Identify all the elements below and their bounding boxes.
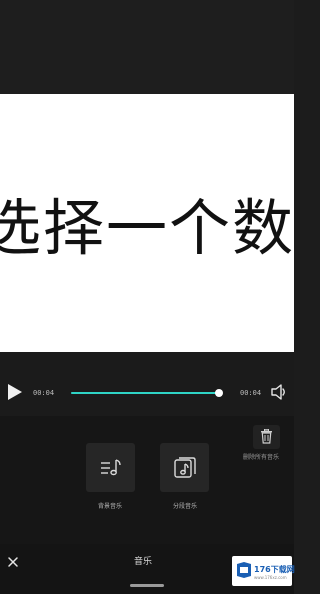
play-icon bbox=[8, 384, 22, 400]
volume-button[interactable] bbox=[270, 383, 288, 401]
current-time: 00:04 bbox=[33, 389, 55, 397]
music-panel bbox=[0, 416, 294, 544]
progress-bar[interactable] bbox=[71, 392, 220, 394]
progress-knob[interactable] bbox=[215, 389, 223, 397]
volume-icon bbox=[271, 384, 285, 400]
total-time: 00:04 bbox=[240, 389, 262, 397]
close-icon bbox=[8, 557, 18, 567]
close-button[interactable] bbox=[7, 553, 19, 567]
playback-controls bbox=[0, 352, 294, 416]
background-music-button[interactable] bbox=[86, 443, 135, 492]
preview-caption: 选择一个数 bbox=[0, 193, 294, 264]
watermark-text: 176下载网 bbox=[254, 565, 295, 574]
home-indicator[interactable] bbox=[130, 584, 164, 587]
play-button[interactable] bbox=[6, 382, 24, 402]
watermark-logo-icon bbox=[237, 562, 251, 578]
trash-icon bbox=[261, 429, 272, 444]
panel-title: 音乐 bbox=[134, 557, 153, 567]
music-stack-icon bbox=[174, 457, 196, 478]
video-preview[interactable]: 选择一个数 bbox=[0, 94, 294, 352]
delete-all-music-label: 删除所有音乐 bbox=[243, 454, 280, 461]
top-bar bbox=[0, 0, 294, 94]
segment-music-button[interactable] bbox=[160, 443, 209, 492]
delete-all-music-button[interactable] bbox=[253, 425, 280, 449]
music-note-icon bbox=[101, 459, 121, 476]
background-music-label: 背景音乐 bbox=[97, 503, 122, 510]
watermark-url: www.176xz.com bbox=[254, 575, 287, 580]
site-watermark: 176下载网 www.176xz.com bbox=[232, 556, 295, 586]
segment-music-label: 分段音乐 bbox=[172, 503, 197, 510]
progress-fill bbox=[71, 392, 220, 394]
